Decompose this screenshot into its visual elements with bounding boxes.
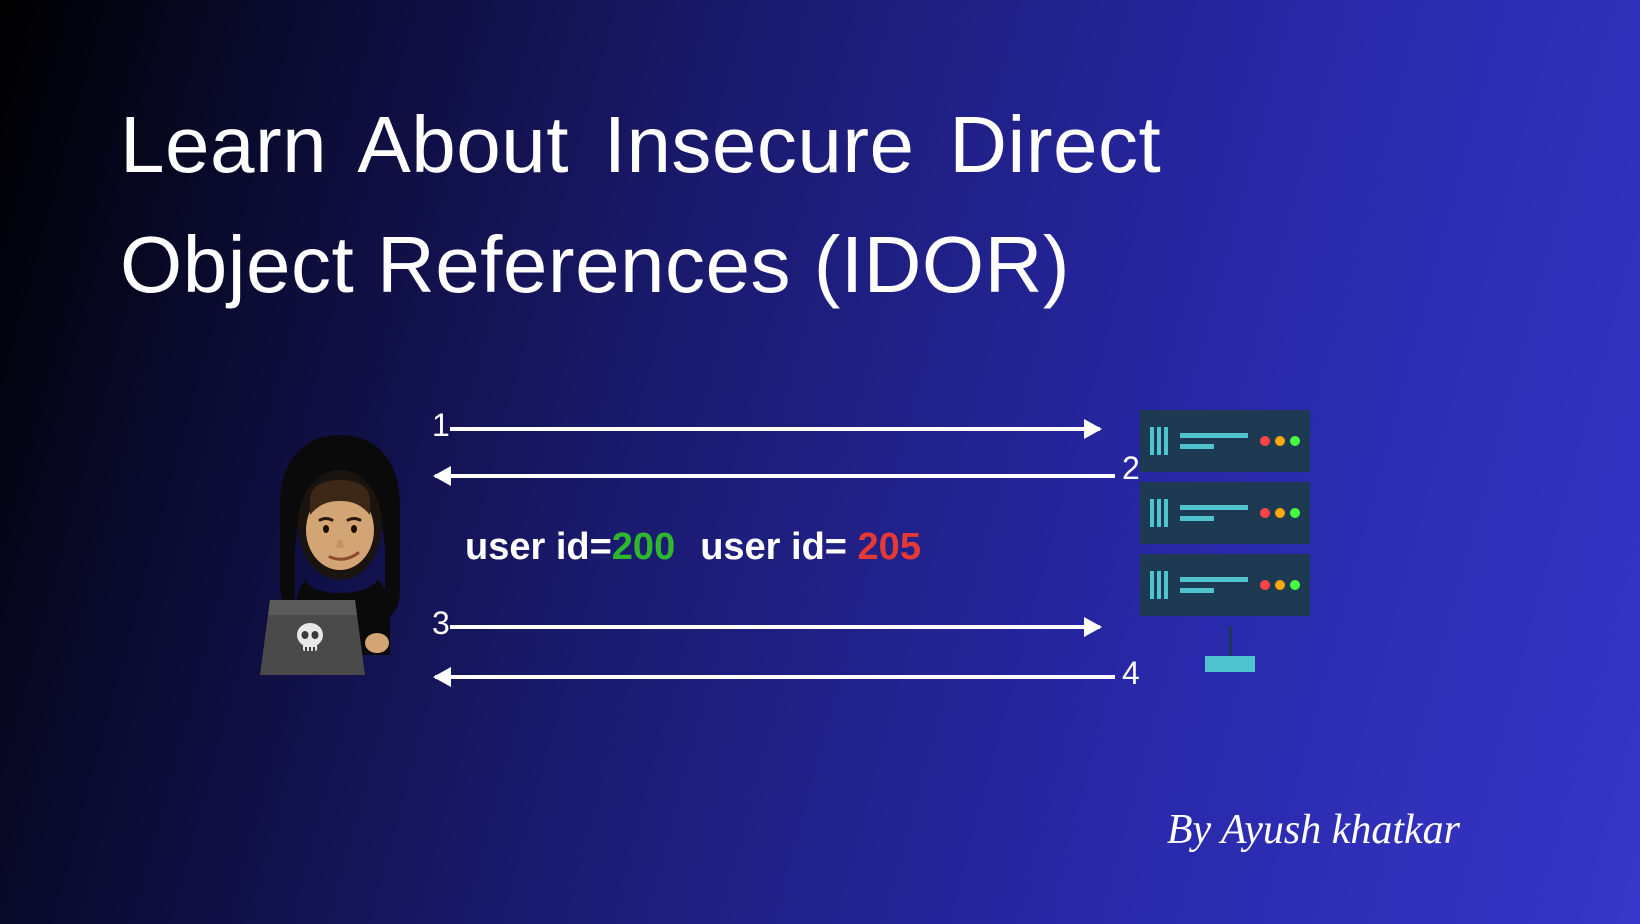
userid-right-label: user id= [700, 526, 857, 568]
hacker-icon [250, 425, 430, 685]
userid-left-label: user id= [465, 526, 612, 568]
userid-row: user id=200 user id= 205 [465, 526, 921, 569]
userid-right: user id= 205 [700, 526, 921, 569]
arrow-label-3: 3 [432, 605, 450, 642]
userid-left-value: 200 [612, 526, 675, 568]
server-icon [1140, 410, 1320, 690]
server-unit [1140, 410, 1310, 472]
title-line-1: Learn About Insecure Direct [120, 85, 1161, 205]
userid-left: user id=200 [465, 526, 675, 569]
arrow-label-4: 4 [1122, 655, 1140, 692]
userid-right-value: 205 [858, 526, 921, 568]
page-title: Learn About Insecure Direct Object Refer… [120, 85, 1161, 325]
server-unit [1140, 554, 1310, 616]
title-line-2: Object References (IDOR) [120, 205, 1161, 325]
arrow-3 [450, 625, 1100, 629]
arrow-label-1: 1 [432, 407, 450, 444]
arrow-2 [435, 474, 1115, 478]
arrow-4 [435, 675, 1115, 679]
server-unit [1140, 482, 1310, 544]
server-base [1205, 656, 1255, 672]
server-stand [1229, 626, 1232, 656]
arrow-label-2: 2 [1122, 450, 1140, 487]
arrow-1 [450, 427, 1100, 431]
idor-diagram: 1 2 user id=200 user id= 205 3 4 [250, 410, 1320, 750]
author-credit: By Ayush khatkar [1167, 806, 1460, 854]
